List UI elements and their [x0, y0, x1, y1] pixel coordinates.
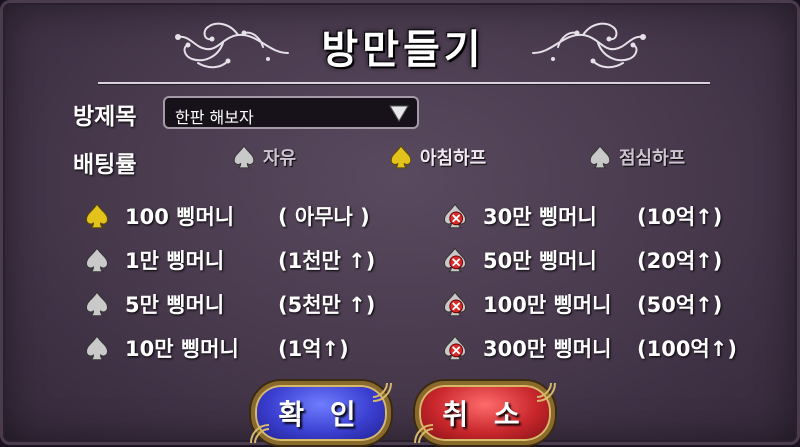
confirm-button-label: 확 인	[278, 398, 364, 431]
chevron-down-icon[interactable]	[387, 101, 411, 125]
betting-option-free[interactable]: 자유	[231, 144, 296, 170]
spade-icon	[86, 291, 108, 317]
stake-amount: 10만 삥머니	[125, 337, 239, 361]
stake-condition: ( 아무나 )	[278, 205, 370, 229]
corner-ornament-icon	[250, 424, 270, 444]
stake-condition: (5천만 ↑)	[278, 293, 376, 317]
stake-option-300k: 30만 삥머니 (10억↑)	[441, 201, 722, 231]
stake-option-10k[interactable]: 1만 삥머니 (1천만 ↑)	[83, 245, 375, 275]
stake-amount: 300만 삥머니	[483, 337, 612, 361]
spade-icon	[390, 145, 412, 169]
betting-option-label: 점심하프	[619, 148, 686, 169]
corner-ornament-icon	[536, 382, 556, 402]
cancel-button-label: 취 소	[442, 398, 528, 431]
stake-amount: 5만 삥머니	[125, 293, 225, 317]
stake-option-1m: 100만 삥머니 (50억↑)	[441, 289, 722, 319]
locked-spade-icon	[444, 291, 466, 317]
stake-condition: (50억↑)	[637, 293, 723, 317]
room-title-value: 한판 해보자	[175, 108, 254, 127]
betting-rate-label: 배팅률	[73, 152, 137, 178]
title-divider	[98, 82, 710, 84]
create-room-dialog: 방만들기 방제목 한판 해보자 배팅률 자유 아침하프 점심하프 100 삥머니…	[0, 0, 800, 445]
spade-icon	[233, 145, 255, 169]
stake-condition: (100억↑)	[637, 337, 737, 361]
stake-condition: (1억↑)	[278, 337, 349, 361]
stake-option-50k[interactable]: 5만 삥머니 (5천만 ↑)	[83, 289, 375, 319]
stake-option-3m: 300만 삥머니 (100억↑)	[441, 333, 737, 363]
stake-amount: 50만 삥머니	[483, 249, 597, 273]
locked-spade-icon	[444, 203, 466, 229]
spade-icon	[86, 247, 108, 273]
betting-option-label: 자유	[263, 148, 297, 169]
stake-condition: (10억↑)	[637, 205, 723, 229]
room-title-select[interactable]: 한판 해보자	[163, 96, 419, 129]
stake-condition: (20억↑)	[637, 249, 723, 273]
stake-option-100[interactable]: 100 삥머니 ( 아무나 )	[83, 201, 370, 231]
stake-amount: 100 삥머니	[125, 205, 235, 229]
corner-ornament-icon	[372, 382, 392, 402]
stake-option-500k: 50만 삥머니 (20억↑)	[441, 245, 722, 275]
spade-icon	[589, 145, 611, 169]
betting-option-morning-half[interactable]: 아침하프	[388, 144, 486, 170]
cancel-button[interactable]: 취 소	[414, 381, 556, 445]
betting-option-lunch-half[interactable]: 점심하프	[587, 144, 685, 170]
locked-spade-icon	[444, 247, 466, 273]
confirm-button[interactable]: 확 인	[250, 381, 392, 445]
stake-condition: (1천만 ↑)	[278, 249, 376, 273]
stake-amount: 1만 삥머니	[125, 249, 225, 273]
dialog-title: 방만들기	[321, 27, 485, 73]
gold-spade-icon	[86, 203, 108, 229]
locked-spade-icon	[444, 335, 466, 361]
stake-amount: 100만 삥머니	[483, 293, 612, 317]
stake-amount: 30만 삥머니	[483, 205, 597, 229]
betting-option-label: 아침하프	[420, 148, 487, 169]
stake-option-100k[interactable]: 10만 삥머니 (1억↑)	[83, 333, 349, 363]
spade-icon	[86, 335, 108, 361]
room-title-label: 방제목	[73, 104, 137, 130]
corner-ornament-icon	[414, 424, 434, 444]
